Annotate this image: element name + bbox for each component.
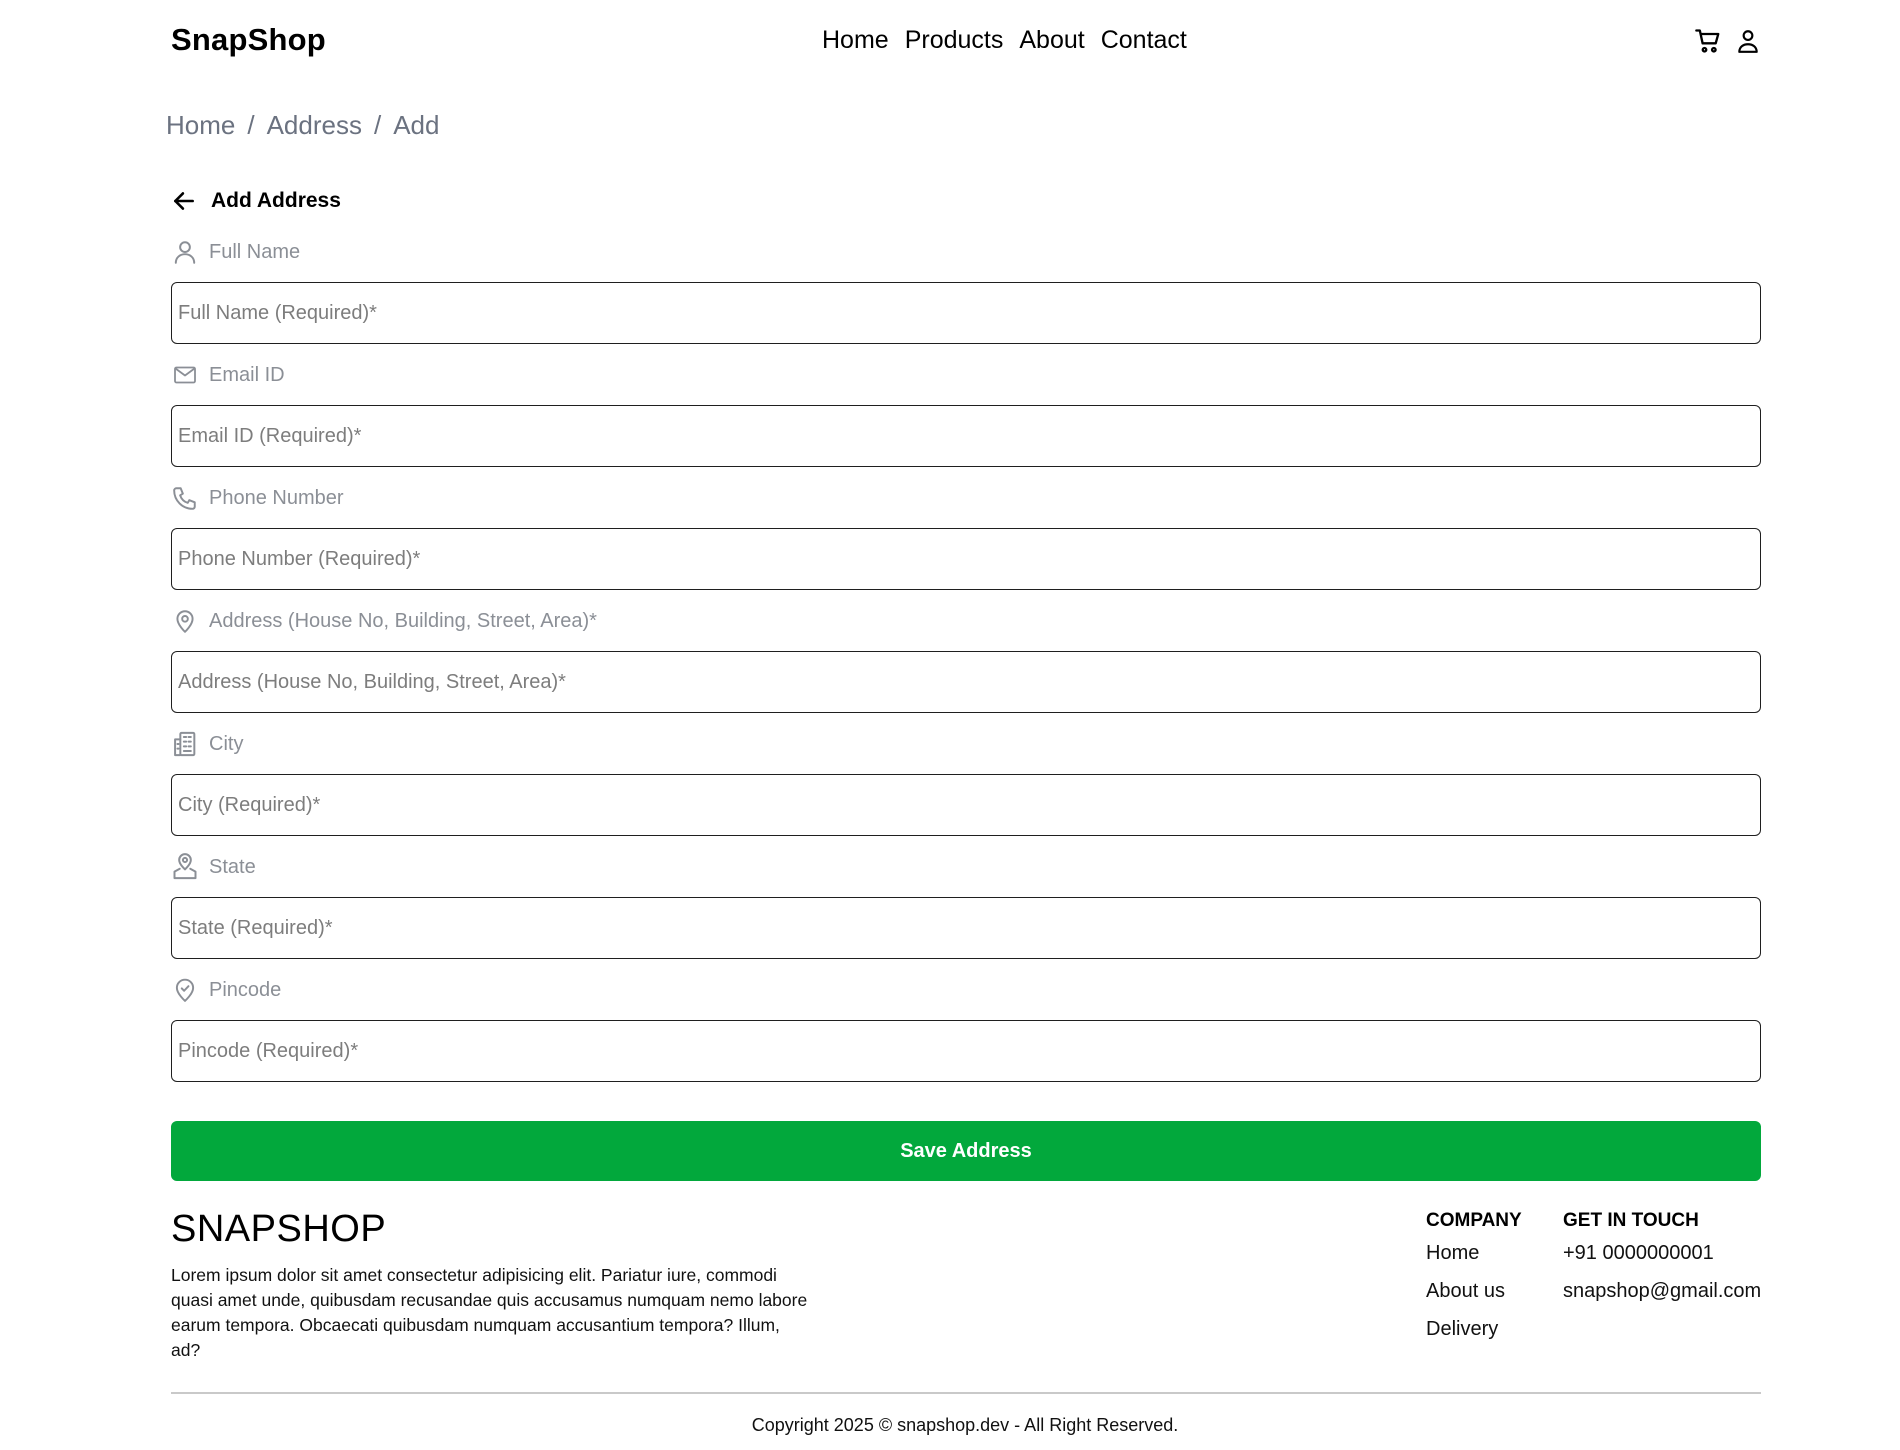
form-header: Add Address — [171, 188, 341, 214]
nav-products[interactable]: Products — [905, 26, 1004, 55]
user-icon — [171, 238, 199, 266]
footer-contact-column: GET IN TOUCH +91 0000000001 snapshop@gma… — [1563, 1210, 1761, 1318]
main-nav: Home Products About Contact — [822, 26, 1187, 55]
map-user-icon — [171, 853, 199, 881]
breadcrumb-current: Add — [393, 110, 440, 140]
full-name-input[interactable] — [171, 282, 1761, 344]
field-label-text: State — [209, 855, 256, 878]
breadcrumb-separator: / — [247, 110, 255, 140]
pincode-field[interactable] — [171, 1020, 1761, 1082]
footer-description: Lorem ipsum dolor sit amet consectetur a… — [171, 1265, 808, 1360]
nav-home[interactable]: Home — [822, 26, 889, 55]
field-label-text: Email ID — [209, 363, 285, 386]
save-address-button[interactable]: Save Address — [171, 1121, 1761, 1181]
full-name-label: Full Name — [171, 238, 300, 266]
footer-link-home[interactable]: Home — [1426, 1242, 1522, 1265]
breadcrumb-address[interactable]: Address — [267, 110, 362, 141]
footer-contact-heading: GET IN TOUCH — [1563, 1210, 1699, 1231]
user-icon[interactable] — [1734, 26, 1762, 56]
header-actions — [1694, 26, 1762, 56]
mail-icon — [171, 361, 199, 389]
site-logo[interactable]: SnapShop — [171, 22, 326, 58]
state-label: State — [171, 853, 256, 881]
field-label-text: Full Name — [209, 240, 301, 263]
back-arrow-icon[interactable] — [171, 188, 197, 214]
footer-email: snapshop@gmail.com — [1563, 1280, 1762, 1302]
footer-link-delivery[interactable]: Delivery — [1426, 1318, 1522, 1341]
email-field[interactable] — [171, 405, 1761, 467]
footer-divider — [171, 1392, 1761, 1394]
email-label: Email ID — [171, 361, 285, 389]
phone-field[interactable] — [171, 528, 1761, 590]
footer-company-heading: COMPANY — [1426, 1210, 1522, 1231]
copyright-text: Copyright 2025 © snapshop.dev - All Righ… — [751, 1415, 1179, 1435]
nav-contact[interactable]: Contact — [1101, 26, 1187, 55]
field-label-text: Address (House No, Building, Street, Are… — [209, 609, 597, 632]
address-label: Address (House No, Building, Street, Are… — [171, 607, 597, 635]
footer-brand: SNAPSHOP — [171, 1208, 387, 1250]
address-field[interactable] — [171, 651, 1761, 713]
field-label-text: City — [209, 732, 244, 755]
city-field[interactable] — [171, 774, 1761, 836]
breadcrumb-separator: / — [373, 110, 382, 140]
field-label-text: Pincode — [209, 978, 282, 1001]
state-field[interactable] — [171, 897, 1761, 959]
cart-icon[interactable] — [1694, 26, 1722, 56]
footer-link-about[interactable]: About us — [1426, 1280, 1522, 1303]
breadcrumb: Home / Address / Add — [166, 110, 439, 141]
phone-label: Phone Number — [171, 484, 344, 512]
breadcrumb-home[interactable]: Home — [166, 110, 235, 141]
footer-phone: +91 0000000001 — [1563, 1242, 1714, 1264]
footer-company-column: COMPANY Home About us Delivery — [1426, 1210, 1522, 1356]
phone-icon — [171, 484, 199, 512]
page-title: Add Address — [211, 189, 341, 212]
city-label: City — [171, 730, 243, 758]
field-label-text: Phone Number — [209, 486, 344, 509]
map-pin-icon — [171, 607, 199, 635]
site-header: SnapShop Home Products About Contact — [0, 0, 1900, 84]
pincode-label: Pincode — [171, 976, 281, 1004]
nav-about[interactable]: About — [1019, 26, 1084, 55]
building-icon — [171, 730, 199, 758]
pin-check-icon — [171, 976, 199, 1004]
